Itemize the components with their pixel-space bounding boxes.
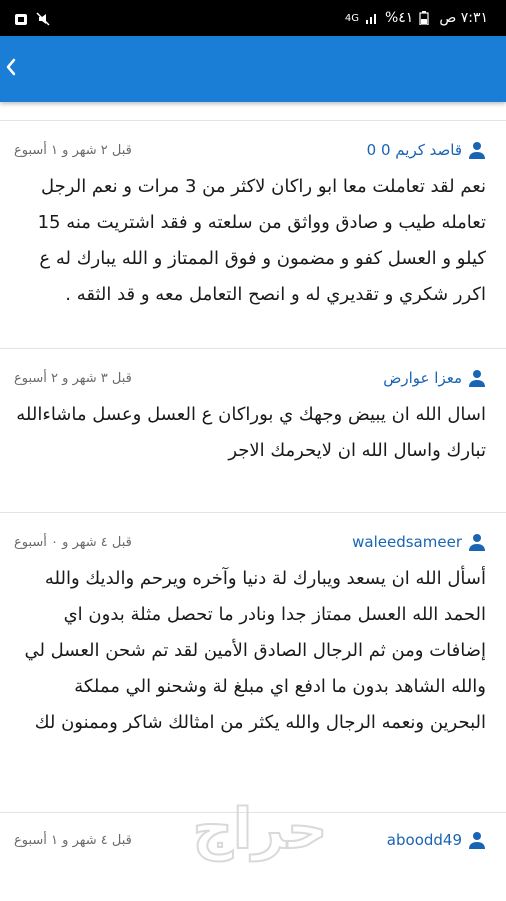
comment-username[interactable]: waleedsameer <box>352 533 462 551</box>
comment-user[interactable]: 0 قاصد كريم 0 <box>367 141 486 159</box>
status-notifications <box>14 11 50 26</box>
comment-username[interactable]: 0 قاصد كريم 0 <box>367 141 462 159</box>
status-right: 4G %٤١ ٧:٣١ ص <box>345 10 488 26</box>
user-icon <box>468 141 486 159</box>
battery-percent: %٤١ <box>384 10 414 26</box>
comment-item: قبل ٣ شهر و ٢ أسبوع معزا عوارض اسال الله… <box>0 349 506 513</box>
comment-header: قبل ٢ شهر و ١ أسبوع 0 قاصد كريم 0 <box>14 137 486 163</box>
notification-icon <box>14 11 28 25</box>
comment-header: قبل ٣ شهر و ٢ أسبوع معزا عوارض <box>14 365 486 391</box>
comment-text: أسأل الله ان يسعد ويبارك لة دنيا وآخره و… <box>24 568 486 733</box>
signal-icon <box>365 11 379 25</box>
clock: ٧:٣١ ص <box>439 10 488 26</box>
comment-item: قبل ٤ شهر و ١ أسبوع aboodd49 <box>0 813 506 873</box>
mute-icon <box>36 11 50 26</box>
app-bar <box>0 36 506 102</box>
comment-time: قبل ٢ شهر و ١ أسبوع <box>14 142 132 158</box>
user-icon <box>468 831 486 849</box>
comment-time: قبل ٤ شهر و ٠ أسبوع <box>14 534 132 550</box>
comment-header: قبل ٤ شهر و ٠ أسبوع waleedsameer <box>14 529 486 555</box>
comment-time: قبل ٤ شهر و ١ أسبوع <box>14 832 132 848</box>
user-icon <box>468 533 486 551</box>
comment-item: قبل ٢ شهر و ١ أسبوع 0 قاصد كريم 0 نعم لق… <box>0 121 506 349</box>
comment-item: قبل ٤ شهر و ٠ أسبوع waleedsameer أسأل ال… <box>0 513 506 813</box>
comment-text: اسال الله ان يبيض وجهك ي بوراكان ع العسل… <box>16 404 486 461</box>
back-button[interactable] <box>0 52 22 86</box>
battery-icon <box>419 11 433 26</box>
network-label: 4G <box>344 12 359 24</box>
comment-user[interactable]: aboodd49 <box>387 831 486 849</box>
comment-header: قبل ٤ شهر و ١ أسبوع aboodd49 <box>14 827 486 853</box>
chevron-left-icon <box>5 57 17 81</box>
comment-user[interactable]: waleedsameer <box>352 533 486 551</box>
comments-list[interactable]: قبل ٢ شهر و ١ أسبوع 0 قاصد كريم 0 نعم لق… <box>0 120 506 901</box>
user-icon <box>468 369 486 387</box>
status-bar: 4G %٤١ ٧:٣١ ص <box>0 0 506 36</box>
comment-user[interactable]: معزا عوارض <box>383 369 486 387</box>
comment-username[interactable]: معزا عوارض <box>383 369 462 387</box>
comment-username[interactable]: aboodd49 <box>387 831 462 849</box>
comment-text: نعم لقد تعاملت معا ابو راكان لاكثر من 3 … <box>37 176 486 305</box>
comment-time: قبل ٣ شهر و ٢ أسبوع <box>14 370 132 386</box>
